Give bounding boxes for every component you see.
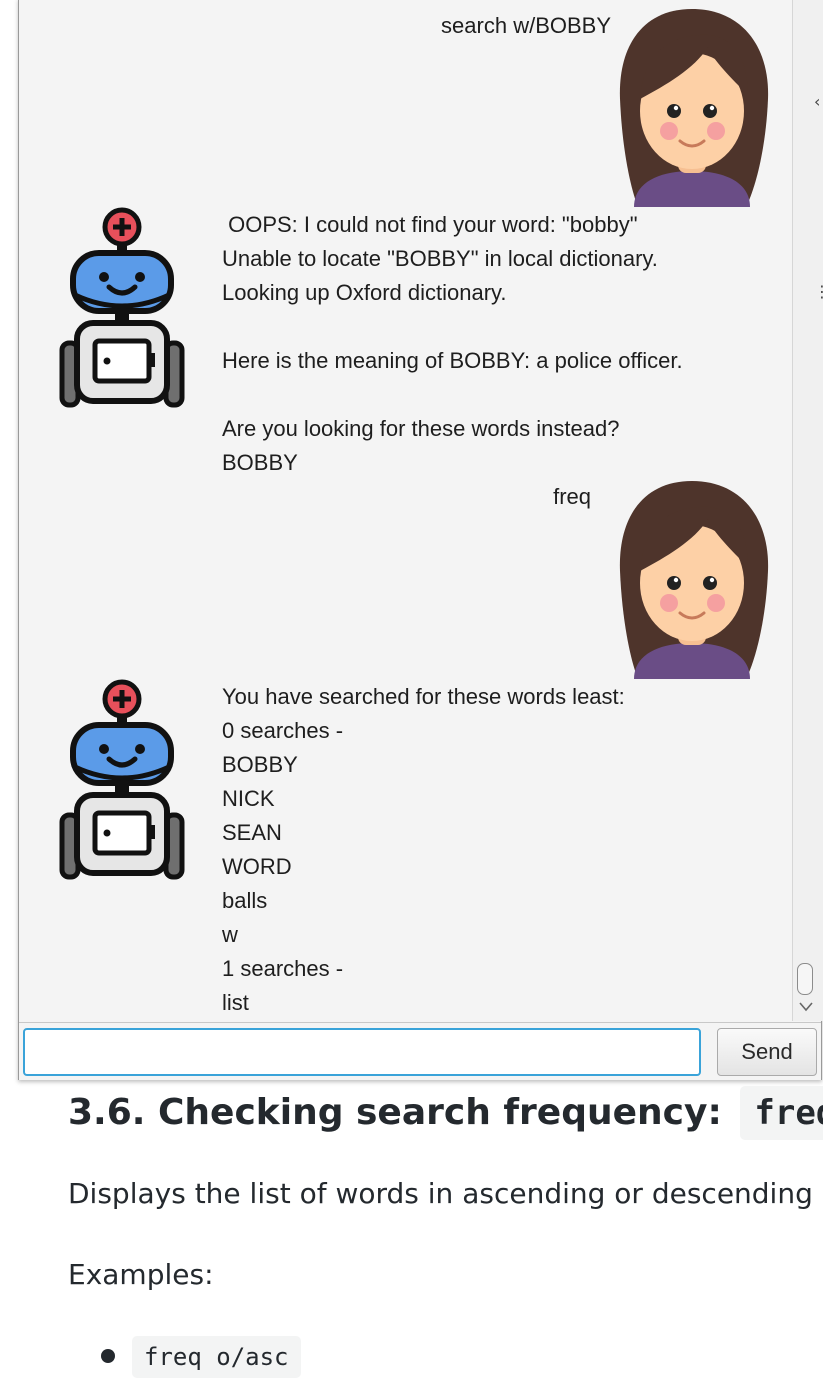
heading-command-code: freq (740, 1086, 823, 1140)
message-input[interactable] (23, 1028, 701, 1076)
bot-message-text: You have searched for these words least:… (222, 684, 625, 1015)
section-heading: 3.6. Checking search frequency: freq (68, 1086, 823, 1140)
chat-dialog-container[interactable]: search w/BOBBY OOPS: I could not find yo… (19, 0, 791, 1021)
chat-window: search w/BOBBY OOPS: I could not find yo… (18, 0, 823, 1080)
input-bar: Send (19, 1022, 821, 1080)
chat-scrollbar[interactable] (792, 0, 823, 1021)
edge-fragment: ‹ (814, 92, 821, 111)
section-description: Displays the list of words in ascending … (68, 1177, 813, 1210)
send-button[interactable]: Send (717, 1028, 817, 1076)
robot-avatar-icon (59, 679, 185, 880)
user-message-text: freq (553, 484, 591, 509)
bot-message-text: OOPS: I could not find your word: "bobby… (222, 212, 683, 475)
edge-fragment: ⋮ (814, 282, 823, 301)
user-message-text: search w/BOBBY (441, 13, 611, 38)
example-command-code: freq o/asc (132, 1336, 301, 1378)
robot-avatar-icon (59, 207, 185, 408)
scroll-down-arrow-icon[interactable] (795, 997, 817, 1017)
girl-avatar-icon (619, 9, 769, 207)
girl-avatar-icon (619, 481, 769, 679)
list-bullet (101, 1349, 115, 1363)
section-heading-text: 3.6. Checking search frequency: (68, 1092, 722, 1133)
examples-label: Examples: (68, 1258, 214, 1291)
scrollbar-thumb[interactable] (797, 963, 813, 995)
